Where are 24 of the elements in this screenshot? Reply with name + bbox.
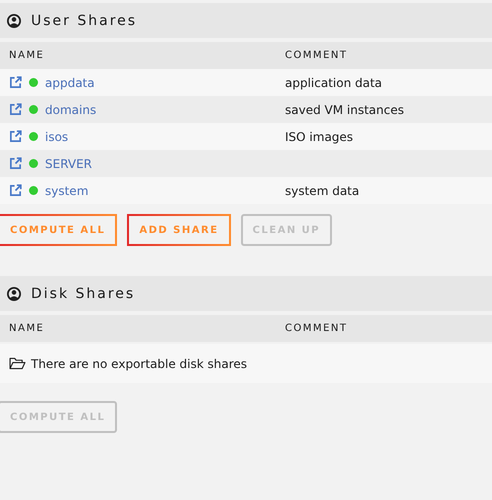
- table-cell: application data: [285, 76, 382, 90]
- table-cell: saved VM instances: [285, 102, 404, 116]
- column-header: COMMENT: [285, 323, 348, 334]
- share-link[interactable]: appdata: [45, 76, 95, 90]
- section-title: User Shares: [31, 12, 138, 28]
- column-header: COMMENT: [285, 50, 348, 61]
- empty-message: There are no exportable disk shares: [31, 356, 248, 370]
- external-link-icon[interactable]: [9, 103, 22, 116]
- column-header: NAME: [8, 323, 46, 334]
- user-icon: [7, 14, 21, 28]
- share-link[interactable]: system: [45, 184, 88, 198]
- external-link-icon[interactable]: [9, 76, 22, 89]
- external-link-icon[interactable]: [9, 184, 22, 197]
- table-cell: system data: [285, 184, 360, 198]
- table-cell: ISO images: [285, 130, 354, 144]
- external-link-icon[interactable]: [9, 130, 22, 143]
- share-link[interactable]: isos: [45, 130, 68, 144]
- share-link[interactable]: domains: [45, 102, 96, 116]
- folder-icon: [9, 357, 26, 370]
- external-link-icon[interactable]: [9, 157, 22, 170]
- share-link[interactable]: SERVER: [45, 156, 92, 170]
- column-header: NAME: [8, 50, 46, 61]
- user-icon: [7, 286, 21, 300]
- section-title: Disk Shares: [31, 286, 136, 302]
